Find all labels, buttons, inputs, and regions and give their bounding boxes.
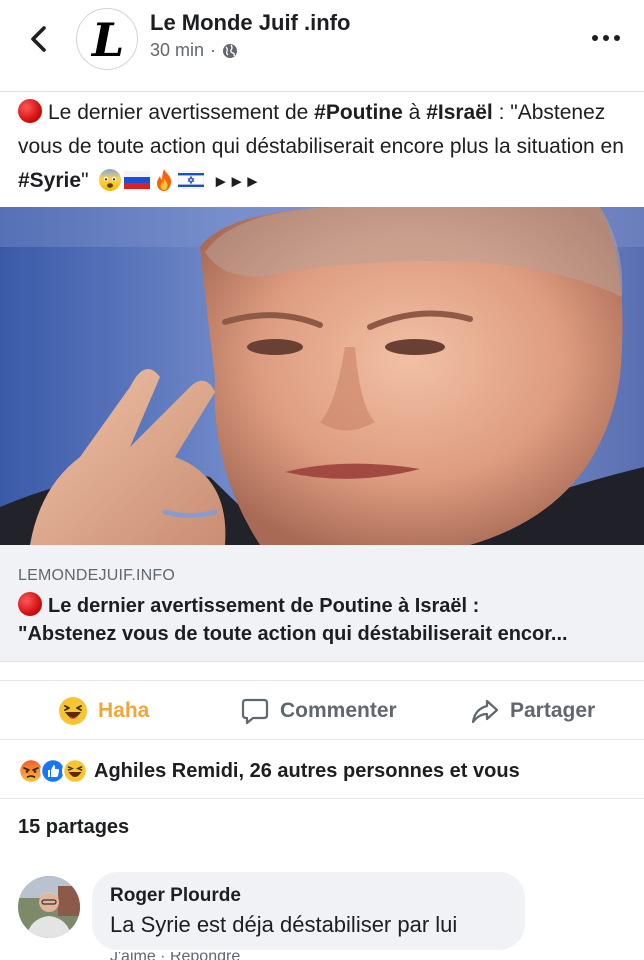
comment-label: Commenter [280, 699, 397, 722]
link-title-text: Le dernier avertissement de Poutine à Is… [48, 595, 480, 617]
globe-icon [223, 43, 238, 58]
israel-flag-icon [178, 171, 205, 189]
post-text: Le dernier avertissement de #Poutine à #… [18, 96, 630, 199]
comment-icon [241, 698, 269, 725]
page-avatar[interactable]: L [76, 8, 138, 70]
fire-icon [157, 169, 172, 191]
hashtag-israel[interactable]: #Israël [426, 101, 493, 124]
post-meta: 30 min · [150, 40, 238, 61]
comment-text: La Syrie est déja déstabiliser par lui [110, 912, 458, 937]
emoji-row [98, 168, 205, 192]
commenter-photo [18, 876, 80, 938]
post-header: L Le Monde Juif .info 30 min · [0, 0, 644, 92]
fearful-face-icon [99, 169, 122, 191]
comment-author[interactable]: Roger Plourde [110, 885, 241, 907]
portrait-illustration [0, 207, 644, 545]
more-options-icon[interactable] [588, 26, 624, 50]
post-text-part: Le dernier avertissement de [48, 101, 315, 124]
russia-flag-icon [124, 171, 151, 189]
share-icon [471, 699, 499, 724]
haha-icon [62, 758, 88, 784]
post-photo[interactable] [0, 207, 644, 545]
post-time[interactable]: 30 min [150, 40, 204, 61]
divider [0, 798, 644, 799]
link-preview[interactable]: LEMONDEJUIF.INFO Le dernier avertissemen… [0, 545, 644, 662]
comment-bubble[interactable]: Roger Plourde La Syrie est déja déstabil… [92, 872, 525, 950]
page-avatar-letter: L [91, 13, 125, 67]
reactions-text: Aghiles Remidi, 26 autres personnes et v… [94, 759, 520, 782]
reaction-icons [18, 758, 88, 784]
comment-button[interactable]: Commenter [240, 681, 397, 741]
haha-label: Haha [98, 699, 150, 722]
action-bar: Haha Commenter Partager [0, 680, 644, 740]
post-text-part: " [81, 169, 89, 192]
page-name[interactable]: Le Monde Juif .info [150, 10, 350, 36]
link-domain: LEMONDEJUIF.INFO [18, 567, 175, 584]
comment-footer: J'aime · Répondre [110, 952, 410, 960]
hashtag-syrie[interactable]: #Syrie [18, 169, 81, 192]
arrows-text: ►►► [212, 172, 260, 191]
link-title-line2: "Abstenez vous de toute action qui désta… [18, 623, 568, 645]
shares-count[interactable]: 15 partages [18, 816, 129, 839]
share-label: Partager [510, 699, 596, 722]
red-circle-icon [18, 99, 42, 123]
meta-separator: · [210, 40, 217, 60]
hashtag-poutine[interactable]: #Poutine [314, 101, 403, 124]
commenter-avatar[interactable] [18, 876, 80, 938]
reactions-summary[interactable]: Aghiles Remidi, 26 autres personnes et v… [18, 758, 520, 784]
haha-icon [59, 697, 87, 725]
link-title-line1: Le dernier avertissement de Poutine à Is… [18, 592, 628, 620]
link-title: Le dernier avertissement de Poutine à Is… [18, 592, 628, 648]
haha-button[interactable]: Haha [58, 681, 149, 741]
back-arrow-icon[interactable] [22, 22, 56, 56]
share-button[interactable]: Partager [470, 681, 595, 741]
red-circle-icon [18, 592, 42, 616]
post-text-part: à [402, 101, 427, 124]
comment-footer-text[interactable]: J'aime · Répondre [110, 952, 410, 960]
